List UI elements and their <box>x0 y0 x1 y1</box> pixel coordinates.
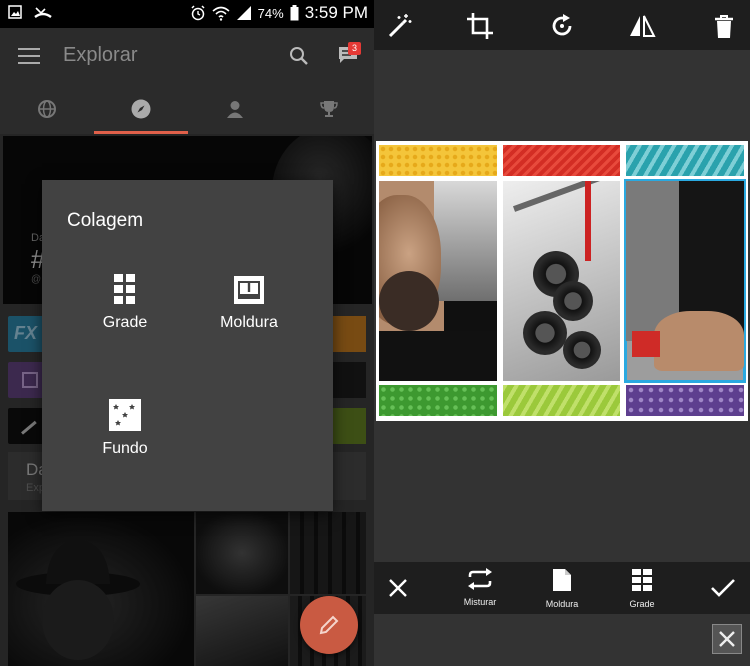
collage-frame[interactable] <box>376 141 748 421</box>
person-icon <box>226 101 243 118</box>
shuffle-button[interactable]: Misturar <box>460 568 500 607</box>
signal-icon <box>236 6 251 20</box>
frame-icon <box>232 272 266 306</box>
moldura-option[interactable]: Moldura <box>194 272 304 332</box>
image-notification-icon <box>8 5 22 19</box>
strip-purple <box>626 385 744 416</box>
alarm-icon <box>191 5 205 21</box>
explore-screen: 74% 3:59 PM Explorar 3 Da # @ FX Da Exp … <box>0 0 374 666</box>
missed-call-icon <box>34 7 52 18</box>
tab-world[interactable] <box>0 84 93 134</box>
dialog-title: Colagem <box>67 210 144 231</box>
wifi-icon <box>212 6 230 21</box>
globe-icon <box>37 100 56 118</box>
strip-lime <box>503 385 620 416</box>
pencil-icon <box>319 615 339 635</box>
trophy-icon <box>319 101 338 117</box>
compass-icon <box>131 99 150 119</box>
notification-badge: 3 <box>348 42 361 55</box>
tab-profile[interactable] <box>188 84 281 134</box>
fundo-label: Fundo <box>102 440 148 457</box>
status-bar: 74% 3:59 PM <box>0 0 374 28</box>
editor-bottom-toolbar: Misturar Moldura Grade <box>374 562 750 614</box>
strip-yellow <box>379 145 497 176</box>
close-icon <box>389 579 407 597</box>
frame-doc-icon <box>553 569 571 591</box>
menu-icon[interactable] <box>18 48 40 64</box>
grade-option[interactable]: Grade <box>70 272 180 332</box>
tab-contests[interactable] <box>282 84 374 134</box>
check-icon <box>711 579 735 597</box>
collage-editor: Misturar Moldura Grade <box>374 0 750 666</box>
tab-explore[interactable] <box>94 84 187 134</box>
page-title: Explorar <box>63 44 138 66</box>
app-bar: Explorar 3 <box>0 28 374 84</box>
collage-dialog: Colagem Grade Moldura Fundo <box>42 180 333 511</box>
magic-wand-icon[interactable] <box>386 12 414 40</box>
trash-icon[interactable] <box>710 12 738 40</box>
strip-red <box>503 145 620 176</box>
collage-photo-2[interactable] <box>503 181 620 381</box>
collage-photo-1[interactable] <box>379 181 497 381</box>
grade-button[interactable]: Grade <box>626 568 658 609</box>
grade-label: Grade <box>629 599 655 609</box>
editor-canvas[interactable] <box>374 50 750 562</box>
close-icon <box>719 631 735 647</box>
screen: 74% 3:59 PM Explorar 3 Da # @ FX Da Exp … <box>0 0 750 666</box>
collage-photo-3-selected[interactable] <box>624 179 746 383</box>
cancel-button[interactable] <box>386 576 410 605</box>
grid-icon <box>632 569 652 591</box>
strip-teal <box>626 145 744 176</box>
clock: 3:59 PM <box>304 3 368 22</box>
edit-fab[interactable] <box>300 596 358 654</box>
strip-green <box>379 385 497 416</box>
moldura-label: Moldura <box>545 599 579 609</box>
close-ad-button[interactable] <box>712 624 742 654</box>
moldura-label: Moldura <box>220 314 278 331</box>
grade-label: Grade <box>102 314 148 331</box>
moldura-button[interactable]: Moldura <box>540 568 584 609</box>
battery-icon <box>290 5 299 21</box>
editor-top-toolbar <box>374 0 750 50</box>
ad-area <box>374 614 750 666</box>
battery-percent: 74% <box>257 5 284 21</box>
shuffle-label: Misturar <box>463 597 497 607</box>
grid-icon <box>108 272 142 306</box>
shuffle-icon <box>468 568 492 590</box>
confirm-button[interactable] <box>710 576 736 605</box>
fundo-option[interactable]: Fundo <box>70 398 180 458</box>
background-icon <box>108 398 142 432</box>
flip-icon[interactable] <box>628 12 656 40</box>
tab-bar <box>0 84 374 134</box>
crop-icon[interactable] <box>466 12 494 40</box>
search-icon[interactable] <box>289 46 309 66</box>
rotate-icon[interactable] <box>548 12 576 40</box>
